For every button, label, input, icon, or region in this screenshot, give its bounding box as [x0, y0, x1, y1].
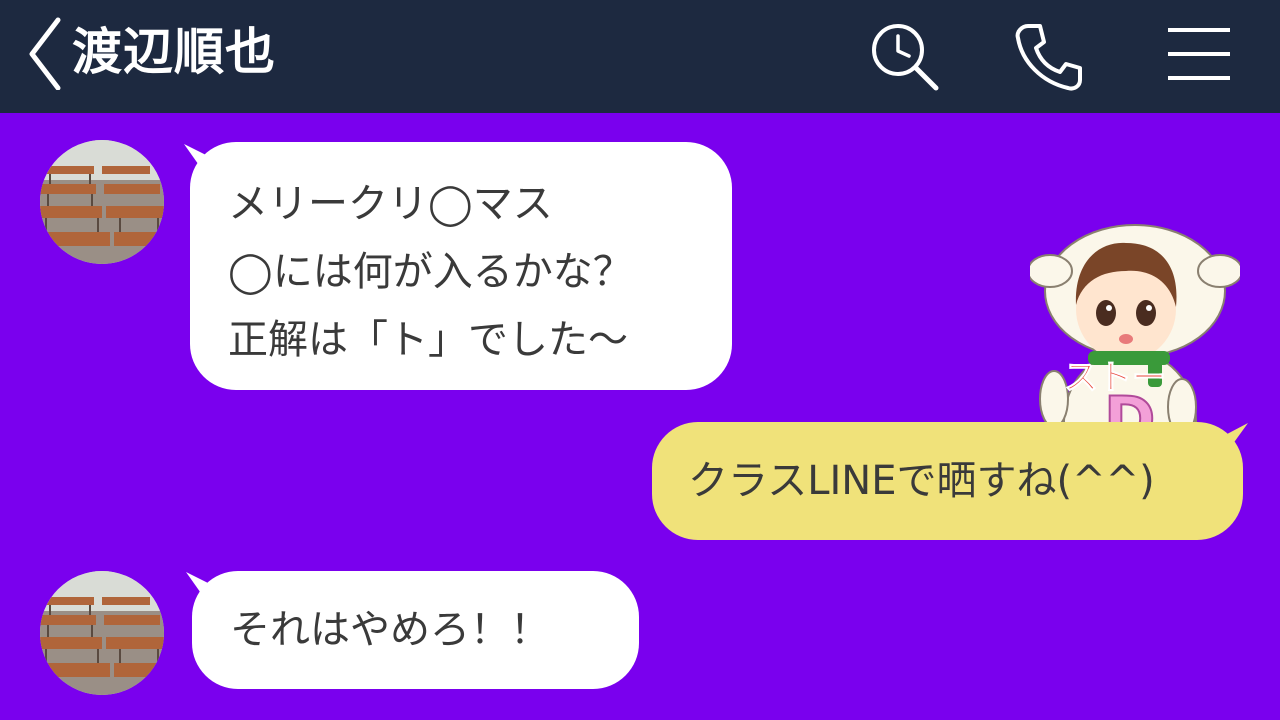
chat-header: 渡辺順也: [0, 0, 1280, 113]
message-bubble-outgoing[interactable]: クラスLINEで晒すね(^^): [652, 422, 1243, 540]
message-text-line: それはやめろ！！: [230, 607, 550, 653]
message-text-line: クラスLINEで晒すね(^^): [688, 458, 1155, 504]
contact-avatar[interactable]: [40, 571, 164, 695]
search-icon: [872, 24, 939, 91]
search-button[interactable]: [866, 18, 942, 94]
back-button[interactable]: [22, 14, 72, 91]
back-chevron-icon: [29, 17, 61, 91]
message-text-line: ◯には何が入るかな？: [228, 249, 633, 295]
message-bubble-incoming[interactable]: それはやめろ！！: [192, 571, 639, 689]
contact-name: 渡辺順也: [72, 23, 276, 81]
phone-icon: [1015, 24, 1082, 91]
contact-avatar[interactable]: [40, 140, 164, 264]
message-text-line: メリークリ◯マス: [228, 181, 553, 227]
message-bubble-incoming[interactable]: メリークリ◯マス ◯には何が入るかな？ 正解は「ト」でした〜: [190, 142, 732, 390]
message-text-line: 正解は「ト」でした〜: [228, 317, 628, 363]
call-button[interactable]: [1010, 18, 1086, 94]
menu-button[interactable]: [1162, 18, 1238, 94]
classroom-desks-image: [40, 571, 164, 695]
menu-icon: [1168, 28, 1230, 80]
classroom-desks-image: [40, 140, 164, 264]
chat-area[interactable]: メリークリ◯マス ◯には何が入るかな？ 正解は「ト」でした〜 ストー D クラス…: [0, 113, 1280, 720]
